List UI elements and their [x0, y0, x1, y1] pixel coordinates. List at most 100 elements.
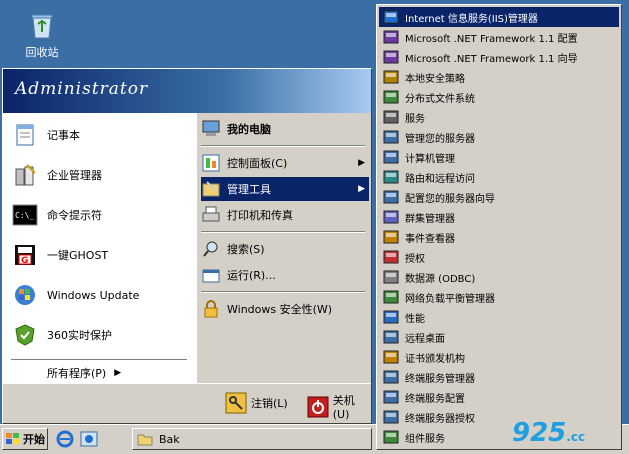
tool-icon	[383, 309, 399, 325]
program-enterprise-manager[interactable]: 企业管理器	[11, 157, 191, 193]
taskbar-window-button[interactable]: Bak	[132, 428, 372, 450]
submenu-item[interactable]: 群集管理器	[379, 207, 619, 227]
shutdown-button[interactable]: 关机(U)	[307, 392, 371, 421]
submenu-item[interactable]: Microsoft .NET Framework 1.1 配置	[379, 27, 619, 47]
submenu-item-label: 服务	[405, 113, 425, 125]
submenu-item-label: 数据源 (ODBC)	[405, 273, 476, 285]
program-ghost[interactable]: G 一键GHOST	[11, 237, 191, 273]
ie-quicklaunch[interactable]	[56, 430, 74, 451]
windows-logo-icon	[6, 433, 19, 444]
admin-tools-submenu: Internet 信息服务(IIS)管理器 Microsoft .NET Fram…	[376, 4, 622, 450]
control-panel-link[interactable]: 控制面板(C) ▶	[201, 151, 369, 175]
key-icon	[225, 392, 247, 414]
submenu-item[interactable]: 证书颁发机构	[379, 347, 619, 367]
link-label: 运行(R)...	[227, 269, 276, 282]
start-menu: Administrator 记事本 企业管理器 C:\_ 命令提示符 G 一键G…	[2, 68, 372, 424]
my-computer-link[interactable]: 我的电脑	[201, 117, 369, 141]
admin-tools-link[interactable]: 管理工具 ▶	[201, 177, 369, 201]
watermark-main: 925	[512, 418, 567, 448]
arrow-right-icon: ▶	[114, 368, 122, 378]
tool-icon	[383, 369, 399, 385]
divider	[201, 231, 365, 233]
submenu-item[interactable]: 数据源 (ODBC)	[379, 267, 619, 287]
tool-icon	[383, 129, 399, 145]
arrow-right-icon: ▶	[358, 158, 365, 168]
pinned-programs: 记事本 企业管理器 C:\_ 命令提示符 G 一键GHOST Windows U…	[3, 113, 196, 383]
program-360[interactable]: 360实时保护	[11, 317, 191, 353]
all-programs-button[interactable]: 所有程序(P) ▶	[47, 365, 121, 381]
submenu-item-label: Microsoft .NET Framework 1.1 配置	[405, 33, 578, 45]
tool-icon	[383, 249, 399, 265]
link-label: 管理工具	[227, 183, 271, 196]
logoff-button[interactable]: 注销(L)	[225, 392, 288, 414]
submenu-item[interactable]: 远程桌面	[379, 327, 619, 347]
submenu-item[interactable]: Microsoft .NET Framework 1.1 向导	[379, 47, 619, 67]
program-label: 记事本	[47, 129, 80, 142]
my-computer-icon	[201, 119, 221, 139]
recycle-bin-shortcut[interactable]: 回收站	[14, 10, 70, 64]
shutdown-label: 关机(U)	[332, 394, 355, 421]
search-link[interactable]: 搜索(S)	[201, 237, 369, 261]
start-button[interactable]: 开始	[2, 428, 48, 450]
printers-link[interactable]: 打印机和传真	[201, 203, 369, 227]
program-label: 360实时保护	[47, 329, 112, 342]
submenu-item-label: 事件查看器	[405, 233, 455, 245]
divider	[11, 359, 187, 361]
search-icon	[201, 239, 221, 259]
submenu-item-label: 远程桌面	[405, 333, 445, 345]
tool-icon	[383, 409, 399, 425]
submenu-item[interactable]: 性能	[379, 307, 619, 327]
submenu-item[interactable]: 管理您的服务器	[379, 127, 619, 147]
notepad-icon	[11, 121, 39, 149]
submenu-item[interactable]: Internet 信息服务(IIS)管理器	[379, 7, 619, 27]
submenu-item[interactable]: 事件查看器	[379, 227, 619, 247]
watermark-suffix: .cc	[566, 430, 586, 444]
tool-icon	[383, 69, 399, 85]
submenu-item-label: 计算机管理	[405, 153, 455, 165]
cmd-icon: C:\_	[11, 201, 39, 229]
submenu-item[interactable]: 服务	[379, 107, 619, 127]
start-menu-header: Administrator	[3, 69, 371, 113]
internet-explorer-icon	[56, 430, 74, 448]
submenu-item[interactable]: 本地安全策略	[379, 67, 619, 87]
submenu-item[interactable]: 分布式文件系统	[379, 87, 619, 107]
program-windows-update[interactable]: Windows Update	[11, 277, 191, 313]
divider	[201, 145, 365, 147]
program-label: 企业管理器	[47, 169, 102, 182]
start-menu-footer: 注销(L) 关机(U)	[3, 383, 371, 423]
submenu-item-label: 路由和远程访问	[405, 173, 475, 185]
submenu-item-label: 证书颁发机构	[405, 353, 465, 365]
submenu-item[interactable]: 计算机管理	[379, 147, 619, 167]
tool-icon	[383, 9, 399, 25]
submenu-item[interactable]: 授权	[379, 247, 619, 267]
submenu-item-label: 分布式文件系统	[405, 93, 475, 105]
recycle-bin-label: 回收站	[25, 46, 59, 59]
submenu-item[interactable]: 网络负载平衡管理器	[379, 287, 619, 307]
submenu-item[interactable]: 终端服务管理器	[379, 367, 619, 387]
admin-tools-icon	[201, 179, 221, 199]
tool-icon	[383, 389, 399, 405]
submenu-item[interactable]: 路由和远程访问	[379, 167, 619, 187]
submenu-item[interactable]: 配置您的服务器向导	[379, 187, 619, 207]
desktop-quicklaunch[interactable]	[80, 430, 98, 451]
submenu-item-label: Internet 信息服务(IIS)管理器	[405, 13, 538, 25]
printer-icon	[201, 205, 221, 225]
tool-icon	[383, 169, 399, 185]
recycle-bin-icon	[27, 10, 57, 40]
windows-security-link[interactable]: Windows 安全性(W)	[201, 297, 369, 321]
shield-360-icon	[11, 321, 39, 349]
link-label: 打印机和传真	[227, 209, 293, 222]
link-label: 搜索(S)	[227, 243, 265, 256]
divider	[201, 291, 365, 293]
program-notepad[interactable]: 记事本	[11, 117, 191, 153]
window-title: Bak	[159, 432, 180, 446]
tool-icon	[383, 269, 399, 285]
run-icon	[201, 265, 221, 285]
submenu-item-label: Microsoft .NET Framework 1.1 向导	[405, 53, 578, 65]
submenu-item-label: 群集管理器	[405, 213, 455, 225]
program-cmd[interactable]: C:\_ 命令提示符	[11, 197, 191, 233]
submenu-item-label: 终端服务器授权	[405, 413, 475, 425]
run-link[interactable]: 运行(R)...	[201, 263, 369, 287]
svg-text:C:\_: C:\_	[15, 211, 34, 220]
submenu-item[interactable]: 终端服务配置	[379, 387, 619, 407]
